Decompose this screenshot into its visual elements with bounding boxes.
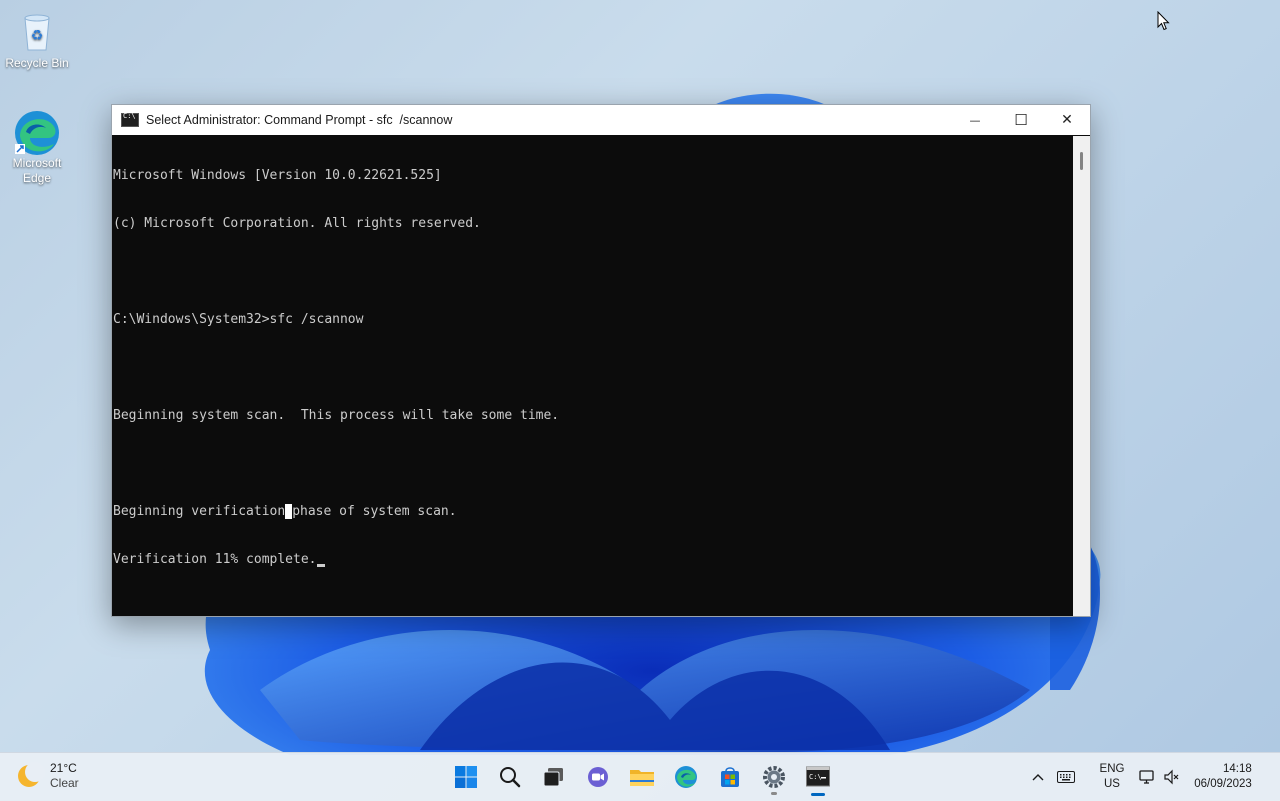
touch-keyboard-button[interactable]	[1052, 757, 1080, 797]
taskbar: 21°C Clear C:\ ENG US 14:18 06/09/2023	[0, 752, 1280, 801]
title-bar[interactable]: Select Administrator: Command Prompt - s…	[112, 105, 1090, 135]
file-explorer-button[interactable]	[620, 757, 664, 797]
command-prompt-window[interactable]: Select Administrator: Command Prompt - s…	[111, 104, 1091, 617]
show-hidden-icons-button[interactable]	[1024, 757, 1052, 797]
svg-text:♻: ♻	[31, 28, 44, 44]
console-line-progress: Verification 11% complete.	[113, 552, 1072, 568]
console-line: Microsoft Windows [Version 10.0.22621.52…	[113, 168, 442, 183]
recycle-bin-icon: ♻	[15, 10, 59, 54]
text-cursor	[316, 564, 325, 567]
desktop-icon-recycle-bin[interactable]: ♻ Recycle Bin	[0, 10, 74, 71]
task-view-button[interactable]	[532, 757, 576, 797]
console-text: phase of system scan.	[292, 504, 457, 519]
store-button[interactable]	[708, 757, 752, 797]
network-icon	[1139, 770, 1154, 784]
mouse-pointer-icon	[1157, 11, 1170, 31]
search-button[interactable]	[488, 757, 532, 797]
chat-button[interactable]	[576, 757, 620, 797]
keyboard-layout: US	[1104, 778, 1120, 790]
minimize-button[interactable]: —	[952, 105, 998, 135]
taskbar-apps: C:\	[444, 757, 840, 797]
edge-icon	[15, 110, 59, 155]
language-code: ENG	[1099, 763, 1125, 775]
window-title: Select Administrator: Command Prompt - s…	[146, 113, 453, 127]
desktop-icon-label: Microsoft Edge	[12, 156, 62, 185]
search-icon	[500, 767, 521, 788]
minimize-icon: —	[969, 113, 981, 127]
maximize-button[interactable]: ☐	[998, 105, 1044, 135]
close-button[interactable]: ✕	[1044, 105, 1090, 135]
console-line: (c) Microsoft Corporation. All rights re…	[113, 216, 481, 231]
quick-settings-button[interactable]	[1134, 757, 1184, 797]
weather-condition: Clear	[50, 776, 79, 790]
clock-date: 06/09/2023	[1194, 778, 1252, 790]
console-line: C:\Windows\System32>sfc /scannow	[113, 312, 364, 327]
maximize-icon: ☐	[1014, 111, 1028, 129]
volume-muted-icon	[1164, 769, 1179, 785]
terminal-icon: C:\	[806, 766, 830, 787]
settings-button[interactable]	[752, 757, 796, 797]
scrollbar-thumb[interactable]	[1080, 152, 1083, 170]
console-line: Beginning system scan. This process will…	[113, 408, 560, 423]
svg-text:C:\: C:\	[809, 773, 822, 781]
moon-icon	[18, 762, 45, 787]
window-controls: — ☐ ✕	[952, 105, 1090, 135]
console-line-verification-phase: Beginning verification phase of system sc…	[113, 504, 1072, 520]
console-text: Verification 11% complete.	[113, 552, 317, 567]
chevron-up-icon	[1032, 774, 1044, 781]
weather-widget[interactable]: 21°C Clear	[18, 761, 79, 791]
weather-temp: 21°C	[50, 761, 77, 775]
console-text: Beginning verification	[113, 504, 286, 519]
start-icon	[455, 766, 477, 788]
vertical-scrollbar[interactable]	[1073, 136, 1090, 616]
console-output[interactable]: Microsoft Windows [Version 10.0.22621.52…	[112, 136, 1072, 616]
file-explorer-icon	[630, 770, 654, 786]
command-prompt-taskbar-button[interactable]: C:\	[796, 757, 840, 797]
keyboard-icon	[1057, 771, 1075, 783]
teams-chat-icon	[588, 767, 608, 787]
close-icon: ✕	[1061, 112, 1073, 128]
cmd-app-icon	[121, 112, 139, 127]
desktop-icon-microsoft-edge[interactable]: Microsoft Edge	[0, 110, 74, 186]
system-tray: ENG US 14:18 06/09/2023	[1024, 753, 1280, 801]
store-icon	[721, 767, 739, 787]
start-button[interactable]	[444, 757, 488, 797]
task-view-icon	[543, 768, 563, 787]
edge-button[interactable]	[664, 757, 708, 797]
clock[interactable]: 14:18 06/09/2023	[1184, 762, 1262, 792]
clock-time: 14:18	[1223, 763, 1252, 775]
input-language-indicator[interactable]: ENG US	[1090, 762, 1134, 792]
desktop-icon-label: Recycle Bin	[5, 56, 69, 70]
settings-icon	[763, 766, 785, 788]
edge-icon	[675, 766, 697, 788]
